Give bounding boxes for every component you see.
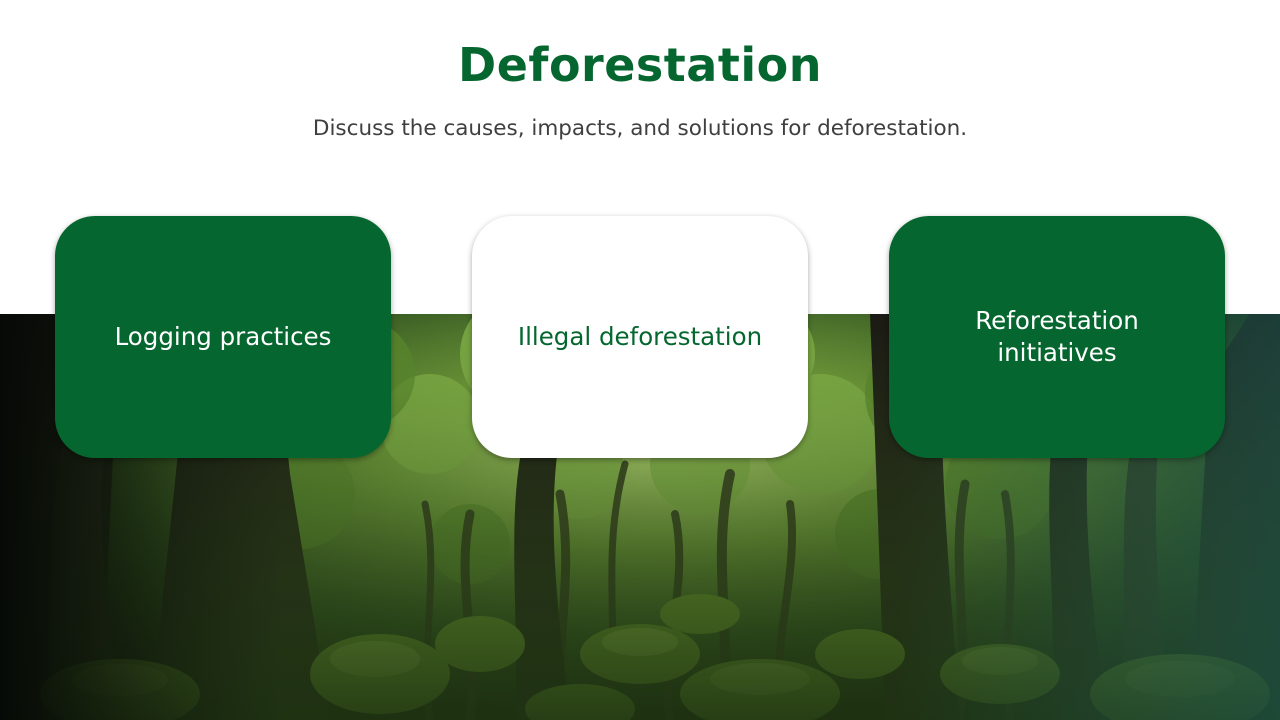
card-reforestation-initiatives: Reforestation initiatives — [889, 216, 1225, 458]
slide-title: Deforestation — [458, 38, 822, 92]
slide-subtitle: Discuss the causes, impacts, and solutio… — [312, 116, 968, 141]
card-label: Logging practices — [114, 322, 332, 351]
card-illegal-deforestation: Illegal deforestation — [472, 216, 808, 458]
card-label: Illegal deforestation — [517, 322, 763, 351]
card-logging-practices: Logging practices — [55, 216, 391, 458]
card-label: Reforestation initiatives — [975, 306, 1139, 367]
